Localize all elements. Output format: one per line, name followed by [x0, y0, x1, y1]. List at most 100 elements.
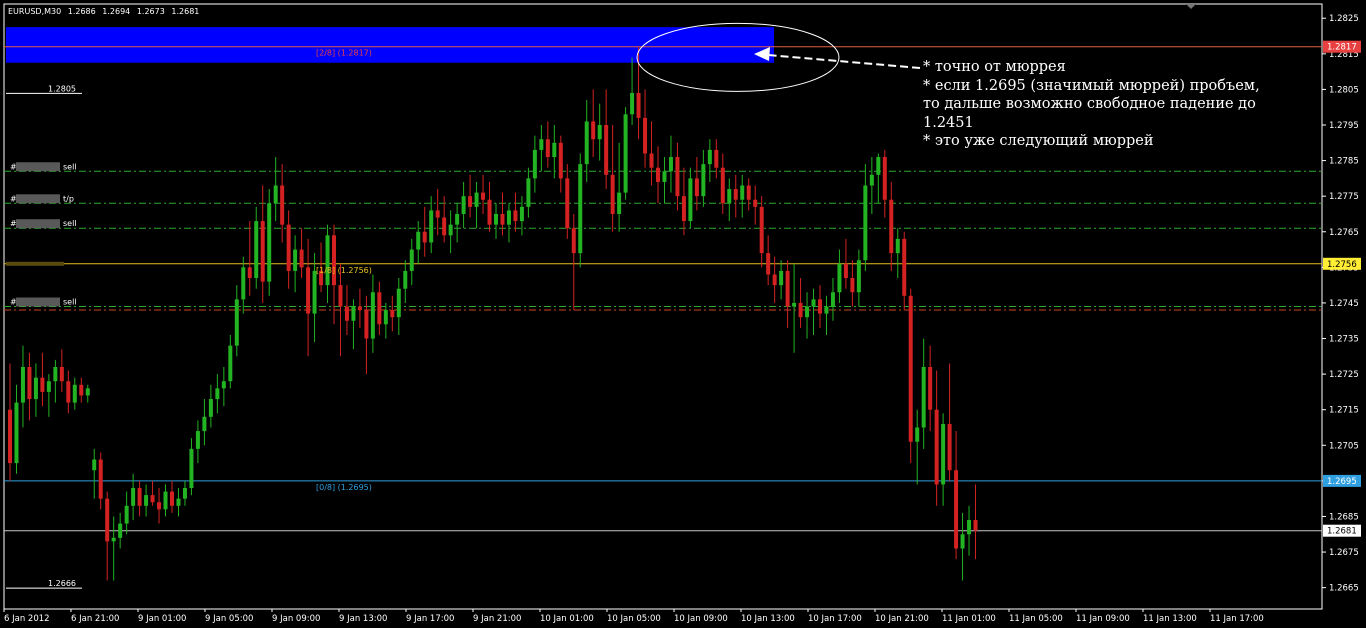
- symbol-label: EURUSD,M30: [8, 7, 62, 16]
- price-badge-label: 1.2695: [1327, 477, 1357, 487]
- candle-body: [105, 498, 110, 542]
- candle-body: [27, 367, 32, 400]
- candle-body: [714, 149, 719, 168]
- candle-body: [811, 299, 816, 307]
- price-tick-label: 1.2705: [1329, 441, 1359, 451]
- candle-body: [850, 278, 855, 293]
- candle-body: [947, 423, 952, 471]
- annotation-line: то дальше возможно свободное падение до: [923, 96, 1256, 112]
- candle-body: [131, 488, 136, 506]
- candle-body: [830, 292, 835, 307]
- candle-body: [163, 491, 168, 510]
- candle-body: [856, 260, 861, 293]
- order-type-label: sell: [63, 219, 77, 228]
- candle-body: [759, 206, 764, 254]
- candle-body: [383, 310, 388, 325]
- candle-body: [409, 249, 414, 271]
- candle-body: [578, 164, 583, 254]
- candle-body: [344, 306, 349, 321]
- price-badge-label: 1.2681: [1327, 527, 1357, 537]
- time-tick-label: 10 Jan 17:00: [808, 614, 862, 624]
- time-tick-label: 9 Jan 21:00: [473, 614, 521, 624]
- candle-body: [895, 238, 900, 254]
- candle-body: [519, 206, 524, 222]
- candle-body: [733, 189, 738, 200]
- order-ticket-prefix: #: [10, 219, 17, 228]
- candle-body: [92, 459, 97, 471]
- candle-body: [14, 402, 19, 464]
- candle-body: [124, 505, 129, 524]
- candle-body: [72, 384, 77, 403]
- candle-body: [481, 192, 486, 200]
- price-tick-label: 1.2715: [1329, 406, 1359, 416]
- candle-body: [33, 377, 38, 400]
- order-ticket-blur: [16, 162, 60, 172]
- ohlc-high: 1.2694: [102, 7, 131, 16]
- price-label: 1.2666: [48, 579, 76, 588]
- candle-body: [805, 306, 810, 318]
- candle-body: [267, 203, 272, 282]
- candle-body: [792, 302, 797, 307]
- candle-body: [636, 92, 641, 118]
- chart-shift-marker-icon[interactable]: [1186, 4, 1196, 9]
- candle-body: [921, 367, 926, 428]
- candle-body: [941, 423, 946, 485]
- candle-body: [720, 167, 725, 204]
- candle-body: [591, 121, 596, 140]
- candle-body: [772, 274, 777, 286]
- candle-body: [960, 534, 965, 549]
- candle-body: [221, 381, 226, 389]
- order-ticket-blur: [16, 194, 60, 204]
- order-ticket-blur: [16, 297, 60, 307]
- candle-body: [59, 367, 64, 382]
- candle-body: [675, 157, 680, 197]
- candle-body: [539, 139, 544, 150]
- time-tick-label: 11 Jan 09:00: [1076, 614, 1130, 624]
- candle-body: [863, 185, 868, 261]
- level-marker: [6, 261, 64, 266]
- candle-body: [500, 213, 505, 225]
- candle-body: [779, 270, 784, 286]
- candle-body: [954, 470, 959, 549]
- price-badge-label: 1.2756: [1327, 260, 1357, 270]
- candle-body: [869, 174, 874, 186]
- candle-body: [202, 416, 207, 432]
- candle-body: [617, 192, 622, 214]
- candle-body: [228, 345, 233, 382]
- candle-body: [332, 235, 336, 286]
- candle-body: [468, 196, 473, 207]
- price-label: 1.2805: [48, 84, 76, 93]
- candle-body: [545, 139, 550, 158]
- price-tick-label: 1.2785: [1329, 157, 1359, 167]
- candle-body: [694, 178, 699, 197]
- candle-body: [144, 495, 149, 506]
- candle-body: [8, 409, 12, 464]
- highlight-zone: [6, 27, 774, 63]
- time-tick-label: 6 Jan 2012: [4, 614, 50, 624]
- annotation-line: * если 1.2695 (значимый мюррей) пробъем,: [923, 77, 1260, 94]
- candle-body: [610, 174, 615, 214]
- candle-body: [928, 367, 933, 410]
- candle-body: [150, 495, 155, 503]
- candle-body: [727, 189, 732, 204]
- annotation-line: 1.2451: [923, 114, 974, 131]
- annotation-line: * это уже следующий мюррей: [923, 133, 1154, 149]
- candle-body: [552, 142, 557, 158]
- candle-body: [494, 213, 498, 225]
- candle-body: [111, 537, 116, 542]
- candle-body: [299, 249, 304, 268]
- candle-body: [506, 210, 511, 225]
- time-tick-label: 10 Jan 13:00: [741, 614, 795, 624]
- price-tick-label: 1.2795: [1329, 121, 1359, 131]
- chart-window[interactable]: # sell # t/p # sell # sell [2/8] (1.2817) [1/8] (…: [0, 0, 1366, 628]
- price-tick-label: 1.2675: [1329, 548, 1359, 558]
- candle-body: [513, 210, 518, 222]
- candle-body: [915, 427, 920, 442]
- price-tick-label: 1.2765: [1329, 228, 1359, 238]
- time-tick-label: 9 Jan 13:00: [339, 614, 387, 624]
- candle-body: [967, 520, 972, 535]
- time-tick-label: 10 Jan 05:00: [607, 614, 661, 624]
- price-tick-label: 1.2665: [1329, 584, 1359, 594]
- candle-body: [293, 249, 298, 271]
- candle-body: [798, 302, 803, 318]
